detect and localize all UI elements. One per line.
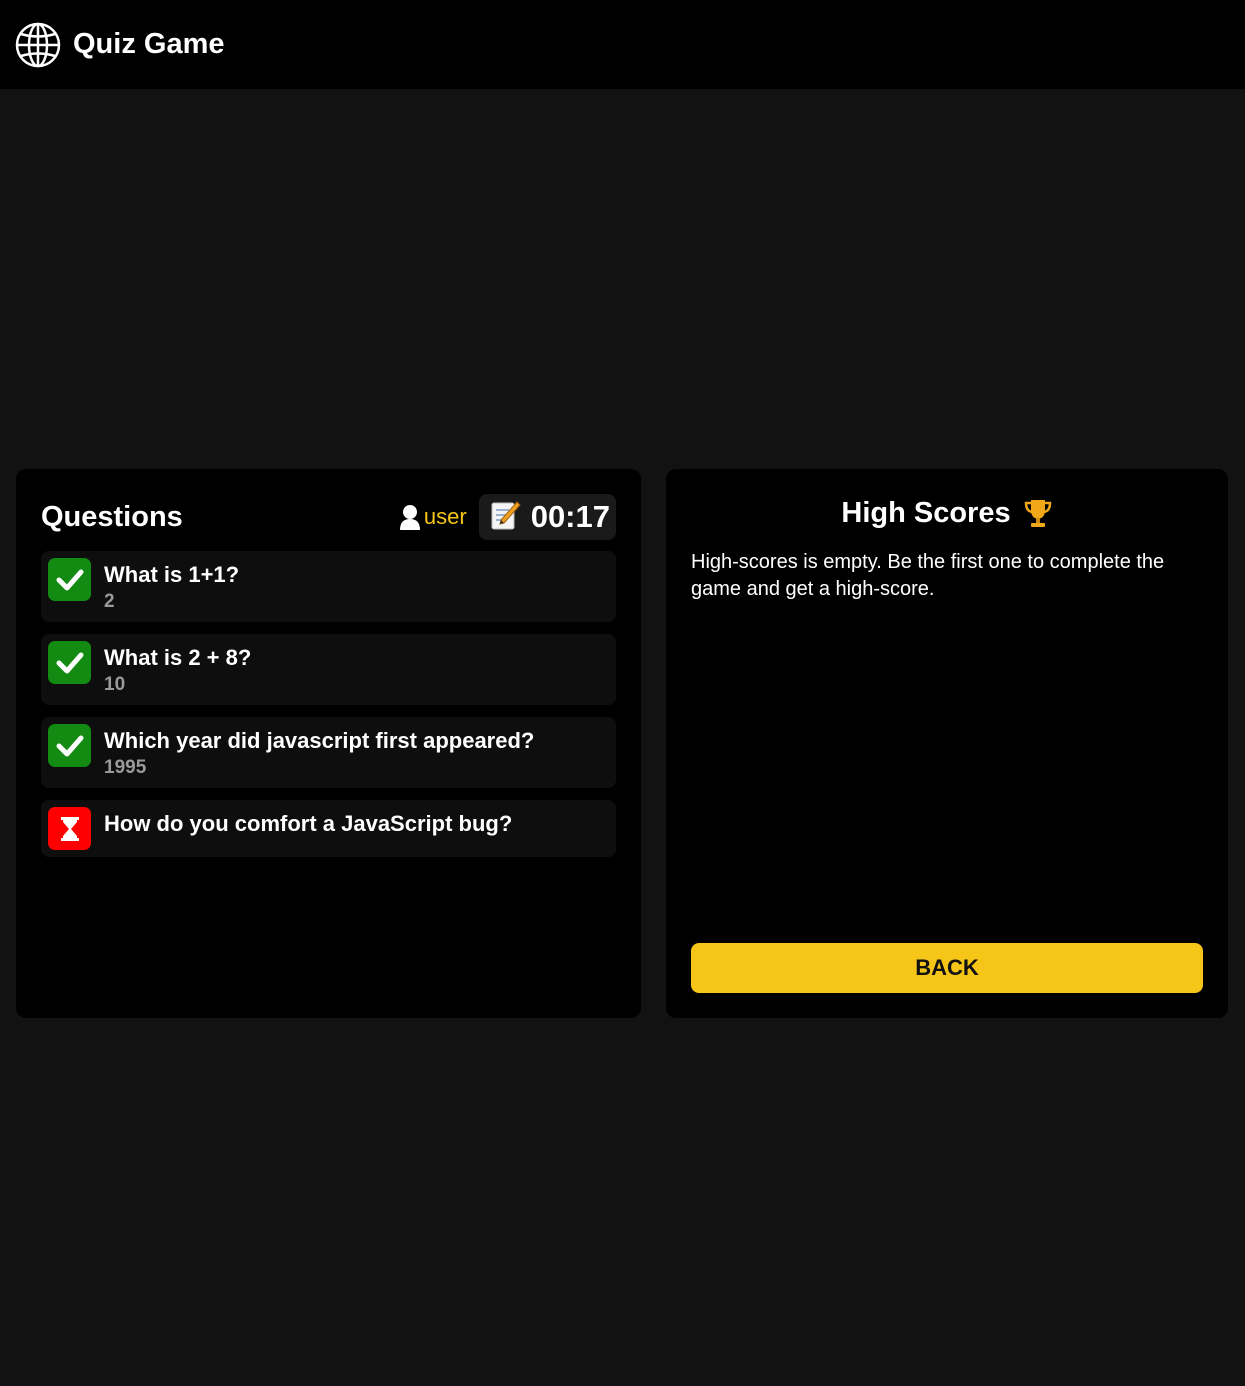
- username: user: [423, 504, 467, 529]
- question-text: What is 1+1?: [104, 562, 240, 587]
- high-scores-header: High Scores: [666, 497, 1228, 530]
- question-text: How do you comfort a JavaScript bug?: [104, 811, 513, 836]
- questions-title: Questions: [41, 500, 183, 533]
- questions-panel: Questions user 00:17 What is 1+1? 2 What…: [16, 469, 641, 1018]
- high-scores-panel: High Scores High-scores is empty. Be the…: [666, 469, 1228, 1018]
- question-text: What is 2 + 8?: [104, 645, 252, 670]
- user-icon: [399, 503, 421, 531]
- question-answer: 1995: [104, 757, 147, 778]
- question-item-1[interactable]: What is 1+1? 2: [41, 551, 616, 622]
- trophy-icon: [1023, 498, 1053, 530]
- user-info: user: [399, 503, 467, 531]
- question-item-2[interactable]: What is 2 + 8? 10: [41, 634, 616, 705]
- globe-icon[interactable]: [14, 21, 61, 68]
- check-icon: [48, 641, 91, 684]
- question-text: Which year did javascript first appeared…: [104, 728, 535, 753]
- high-scores-empty-message: High-scores is empty. Be the first one t…: [691, 551, 1165, 600]
- high-scores-title: High Scores: [841, 497, 1011, 529]
- check-icon: [48, 724, 91, 767]
- question-answer: 2: [104, 591, 115, 612]
- memo-icon: [489, 499, 521, 536]
- questions-header: Questions user 00:17: [41, 494, 616, 540]
- question-list: What is 1+1? 2 What is 2 + 8? 10 Which y…: [41, 551, 616, 869]
- app-title[interactable]: Quiz Game: [73, 28, 225, 61]
- top-navbar: Quiz Game: [0, 0, 1245, 89]
- hourglass-icon: [48, 807, 91, 850]
- question-item-3[interactable]: Which year did javascript first appeared…: [41, 717, 616, 788]
- question-answer: 10: [104, 674, 126, 695]
- timer: 00:17: [478, 494, 616, 540]
- back-button[interactable]: BACK: [691, 943, 1203, 993]
- check-icon: [48, 558, 91, 601]
- timer-value: 00:17: [530, 499, 610, 534]
- question-item-4[interactable]: How do you comfort a JavaScript bug?: [41, 800, 616, 857]
